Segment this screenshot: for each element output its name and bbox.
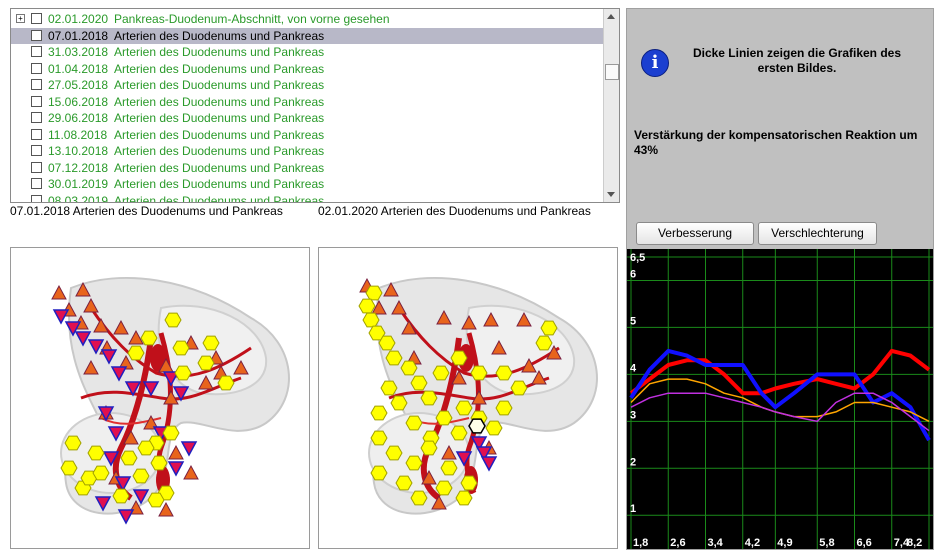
scroll-thumb[interactable] [605,64,619,80]
chart-x-tick-label: 4,2 [745,537,760,549]
item-date: 11.08.2018 [48,127,108,142]
item-checkbox[interactable] [31,13,42,24]
expand-icon[interactable]: + [16,14,25,23]
chart-y-tick-label: 5 [630,315,636,327]
item-description: Arterien des Duodenums und Pankreas [114,111,325,125]
left-anatomy-illustration [51,277,290,525]
list-item[interactable]: 08.03.2019 Arterien des Duodenums und Pan… [11,193,603,203]
item-date: 30.01.2019 [48,177,109,191]
list-item[interactable]: 31.03.2018 Arterien des Duodenums und Pan… [11,44,603,60]
worsening-button[interactable]: Verschlechterung [758,222,877,245]
left-anatomy-image[interactable] [10,247,310,549]
item-description: Arterien des Duodenums und Pankreas [114,45,325,59]
chart-x-tick-label: 2,6 [670,537,685,549]
scroll-up-arrow-icon[interactable] [607,14,615,19]
list-item[interactable]: 13.10.2018 Arterien des Duodenums und Pan… [11,143,603,159]
list-item[interactable]: +02.01.2020 Pankreas-Duodenum-Abschnitt, … [11,11,603,27]
improvement-button[interactable]: Verbesserung [636,222,754,245]
item-checkbox[interactable] [31,112,42,123]
right-anatomy-image[interactable] [318,247,618,549]
item-checkbox[interactable] [31,128,42,140]
item-date: 07.12.2018 [48,160,109,175]
item-checkbox[interactable] [31,178,42,189]
list-item[interactable]: 01.04.2018 Arterien des Duodenums und Pan… [11,61,603,77]
right-anatomy-illustration [358,277,598,515]
chart-x-tick-label: 1,8 [633,537,648,549]
chart-y-tick-label: 2 [630,456,636,468]
chart-y-tick-label: 6,5 [630,252,645,264]
comparison-chart: 1 2 3 4 5 6 6,5 1,8 2,6 3,4 4,2 4,9 5,8 6,6 7,4 8,2 [627,249,933,549]
chart-background [627,249,933,549]
list-item[interactable]: 29.06.2018 Arterien des Duodenums und Pan… [11,110,603,126]
list-item[interactable]: 15.06.2018 Arterien des Duodenums und Pan… [11,94,603,110]
item-date: 01.04.2018 [48,61,109,76]
item-description: Arterien des Duodenums und Pankreas [114,193,325,203]
chart-x-tick-label: 3,4 [708,537,724,549]
list-item[interactable]: 07.12.2018 Arterien des Duodenums und Pan… [11,160,603,176]
chart-y-tick-label: 6 [630,269,636,281]
chart-x-tick-label: 8,2 [907,537,922,549]
item-date: 15.06.2018 [48,94,109,109]
reaction-message: Verstärkung der kompensatorischen Reakti… [634,128,918,157]
info-message: Dicke Linien zeigen die Grafiken des ers… [692,46,902,75]
list-scrollbar[interactable] [603,9,619,202]
item-checkbox[interactable] [31,46,42,57]
chart-x-tick-label: 4,9 [777,537,792,549]
item-date: 29.06.2018 [48,111,109,125]
item-checkbox[interactable] [31,161,42,173]
list-item[interactable]: 27.05.2018 Arterien des Duodenums und Pan… [11,77,603,93]
item-description: Arterien des Duodenums und Pankreas [114,94,325,109]
item-description: Pankreas-Duodenum-Abschnitt, von vorne g… [114,12,390,26]
item-description: Arterien des Duodenums und Pankreas [114,144,325,158]
list-item[interactable]: 11.08.2018 Arterien des Duodenums und Pan… [11,127,603,143]
list-item[interactable]: 07.01.2018 Arterien des Duodenums und Pan… [11,27,603,44]
item-checkbox[interactable] [31,29,42,41]
item-description: Arterien des Duodenums und Pankreas [114,28,325,43]
analysis-panel: i Dicke Linien zeigen die Grafiken des e… [626,8,934,550]
item-description: Arterien des Duodenums und Pankreas [114,177,325,191]
item-description: Arterien des Duodenums und Pankreas [114,78,325,92]
chart-x-tick-label: 5,8 [819,537,834,549]
right-image-caption: 02.01.2020 Arterien des Duodenums und Pa… [318,204,591,218]
info-icon: i [641,49,669,77]
chart-x-tick-label: 6,6 [857,537,872,549]
left-image-caption: 07.01.2018 Arterien des Duodenums und Pa… [10,204,283,218]
item-description: Arterien des Duodenums und Pankreas [114,160,325,175]
chart-y-tick-label: 4 [630,362,637,374]
item-date: 31.03.2018 [48,45,109,59]
item-checkbox[interactable] [31,62,42,74]
scroll-down-arrow-icon[interactable] [607,192,615,197]
item-date: 07.01.2018 [48,28,109,43]
item-description: Arterien des Duodenums und Pankreas [114,127,325,142]
item-checkbox[interactable] [31,95,42,107]
item-date: 08.03.2019 [48,193,109,203]
item-checkbox[interactable] [31,145,42,156]
item-checkbox[interactable] [31,194,42,202]
list-item[interactable]: 30.01.2019 Arterien des Duodenums und Pan… [11,176,603,192]
chart-y-tick-label: 3 [630,409,636,421]
chart-y-tick-label: 1 [630,503,636,515]
item-date: 02.01.2020 [48,12,109,26]
item-checkbox[interactable] [31,79,42,90]
item-date: 13.10.2018 [48,144,109,158]
item-description: Arterien des Duodenums und Pankreas [114,61,325,76]
exam-list[interactable]: +02.01.2020 Pankreas-Duodenum-Abschnitt, … [10,8,620,203]
item-date: 27.05.2018 [48,78,109,92]
